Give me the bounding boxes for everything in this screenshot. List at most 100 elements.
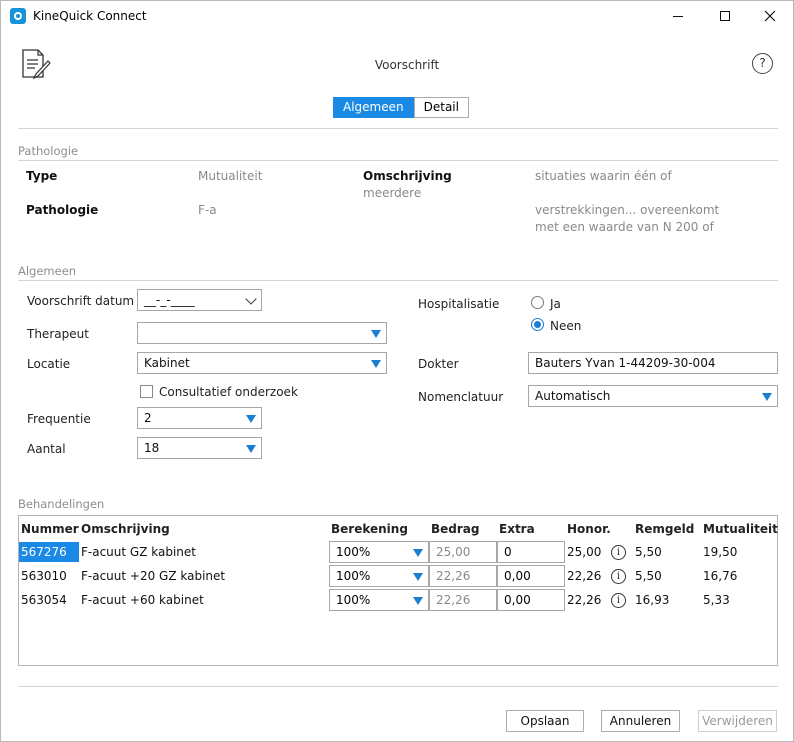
- divider: [18, 686, 778, 687]
- consultatief-label: Consultatief onderzoek: [159, 385, 298, 399]
- column-header-nummer: Nummer: [21, 522, 79, 536]
- opslaan-button[interactable]: Opslaan: [506, 710, 584, 732]
- verwijderen-button[interactable]: Verwijderen: [698, 710, 777, 732]
- help-icon[interactable]: ?: [752, 53, 773, 74]
- consultatief-checkbox[interactable]: [140, 385, 153, 398]
- dokter-value: Bauters Yvan 1-44209-30-004: [535, 356, 716, 370]
- radio-neen-label: Neen: [550, 319, 582, 333]
- cell-nummer[interactable]: 563054: [21, 590, 67, 610]
- locatie-label: Locatie: [27, 357, 71, 371]
- cell-omschrijving: F-acuut GZ kabinet: [81, 545, 196, 559]
- column-header-mutualiteit: Mutualiteit: [703, 522, 778, 536]
- aantal-value: 18: [144, 441, 160, 455]
- dropdown-arrow-icon: [246, 445, 256, 453]
- omschrijving-value-line-1: situaties waarin één of: [535, 169, 672, 183]
- omschrijving-continuation: meerdere: [363, 186, 422, 200]
- type-label: Type: [26, 169, 58, 183]
- hospitalisatie-neen-radio[interactable]: [531, 318, 544, 331]
- cell-mutualiteit: 19,50: [703, 545, 738, 559]
- window-title: KineQuick Connect: [33, 9, 147, 23]
- cell-remgeld: 5,50: [635, 569, 662, 583]
- annuleren-button[interactable]: Annuleren: [601, 710, 680, 732]
- divider: [18, 280, 778, 281]
- nomenclatuur-value: Automatisch: [535, 389, 611, 403]
- app-logo-icon: [10, 8, 26, 24]
- therapeut-select[interactable]: [137, 322, 387, 344]
- frequentie-select[interactable]: 2: [137, 407, 262, 429]
- locatie-value: Kabinet: [144, 356, 190, 370]
- type-value: Mutualiteit: [198, 169, 263, 183]
- maximize-button[interactable]: [702, 1, 748, 31]
- cell-mutualiteit: 5,33: [703, 593, 730, 607]
- cell-berekening-select[interactable]: 100%: [329, 565, 429, 587]
- minimize-button[interactable]: [655, 1, 701, 31]
- tab-algemeen[interactable]: Algemeen: [333, 97, 414, 118]
- hospitalisatie-ja-radio[interactable]: [531, 296, 544, 309]
- cell-honor: 22,26: [567, 569, 602, 583]
- section-algemeen-label: Algemeen: [18, 264, 77, 278]
- dokter-field[interactable]: Bauters Yvan 1-44209-30-004: [528, 352, 778, 374]
- divider: [18, 128, 778, 129]
- nomenclatuur-select[interactable]: Automatisch: [528, 385, 778, 407]
- cell-remgeld: 16,93: [635, 593, 670, 607]
- column-header-extra: Extra: [499, 522, 535, 536]
- info-icon[interactable]: i: [611, 545, 626, 560]
- cell-nummer[interactable]: 563010: [21, 566, 67, 586]
- cell-honor: 25,00: [567, 545, 602, 559]
- page-title: Voorschrift: [374, 58, 440, 72]
- pathologie-value: F-a: [198, 203, 217, 217]
- info-icon[interactable]: i: [611, 569, 626, 584]
- cell-berekening: 100%: [336, 593, 371, 607]
- dokter-label: Dokter: [418, 357, 459, 371]
- section-behandelingen-label: Behandelingen: [18, 497, 105, 511]
- cell-nummer[interactable]: 567276: [19, 542, 79, 562]
- omschrijving-value-line-2: verstrekkingen... overeenkomt: [535, 203, 720, 217]
- cell-berekening: 100%: [336, 569, 371, 583]
- divider: [18, 160, 778, 161]
- dropdown-arrow-icon: [762, 393, 772, 401]
- cell-berekening-select[interactable]: 100%: [329, 541, 429, 563]
- hospitalisatie-label: Hospitalisatie: [418, 297, 500, 311]
- dialog-window: KineQuick Connect Voorschrift ? Algemeen…: [0, 0, 794, 742]
- column-header-berekening: Berekening: [331, 522, 408, 536]
- title-bar: KineQuick Connect: [1, 1, 793, 31]
- dropdown-arrow-icon: [413, 549, 423, 557]
- cell-extra-input[interactable]: 0,00: [497, 589, 565, 611]
- cell-bedrag: 22,26: [429, 589, 497, 611]
- dropdown-arrow-icon: [371, 360, 381, 368]
- voorschrift-datum-picker[interactable]: __-_-____: [137, 289, 262, 311]
- column-header-remgeld: Remgeld: [635, 522, 695, 536]
- cell-extra-input[interactable]: 0: [497, 541, 565, 563]
- frequentie-value: 2: [144, 411, 152, 425]
- therapeut-label: Therapeut: [27, 327, 89, 341]
- pathologie-label: Pathologie: [26, 203, 99, 217]
- frequentie-label: Frequentie: [27, 412, 91, 426]
- omschrijving-value-line-3: met een waarde van N 200 of: [535, 220, 714, 234]
- close-button[interactable]: [747, 1, 793, 31]
- column-header-omschrijving: Omschrijving: [81, 522, 170, 536]
- omschrijving-label: Omschrijving: [363, 169, 452, 183]
- column-header-honor: Honor.: [567, 522, 611, 536]
- behandelingen-grid: Nummer Omschrijving Berekening Bedrag Ex…: [18, 515, 778, 666]
- maximize-icon: [720, 11, 730, 21]
- close-icon: [764, 10, 776, 22]
- cell-berekening-select[interactable]: 100%: [329, 589, 429, 611]
- nomenclatuur-label: Nomenclatuur: [418, 390, 504, 404]
- info-icon[interactable]: i: [611, 593, 626, 608]
- radio-ja-label: Ja: [550, 297, 561, 311]
- cell-mutualiteit: 16,76: [703, 569, 738, 583]
- dropdown-arrow-icon: [413, 573, 423, 581]
- section-pathologie-label: Pathologie: [18, 144, 79, 158]
- aantal-label: Aantal: [27, 442, 66, 456]
- cell-berekening: 100%: [336, 545, 371, 559]
- column-header-bedrag: Bedrag: [431, 522, 480, 536]
- cell-extra-input[interactable]: 0,00: [497, 565, 565, 587]
- locatie-select[interactable]: Kabinet: [137, 352, 387, 374]
- cell-honor: 22,26: [567, 593, 602, 607]
- chevron-down-icon: [245, 293, 257, 305]
- dropdown-arrow-icon: [371, 330, 381, 338]
- cell-remgeld: 5,50: [635, 545, 662, 559]
- cell-bedrag: 22,26: [429, 565, 497, 587]
- tab-detail[interactable]: Detail: [413, 97, 469, 118]
- aantal-select[interactable]: 18: [137, 437, 262, 459]
